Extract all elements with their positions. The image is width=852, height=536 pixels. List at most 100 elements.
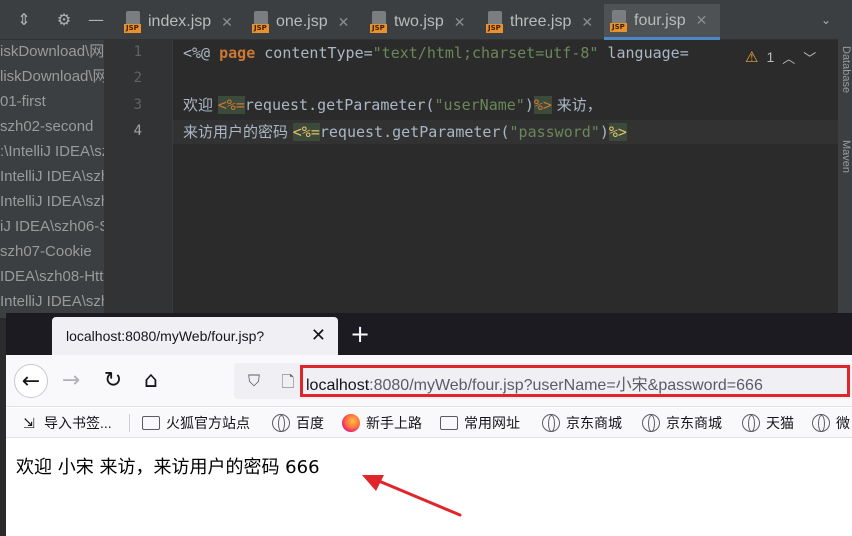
code-line-3[interactable]: 欢迎 <%=request.getParameter("userName")%>… xyxy=(183,93,602,117)
new-tab-button[interactable]: + xyxy=(346,319,374,349)
bookmark-label: 导入书签... xyxy=(44,415,112,431)
tab-label: index.jsp xyxy=(148,13,212,30)
browser-tab-title: localhost:8080/myWeb/four.jsp? xyxy=(66,328,265,344)
bookmark-jd-1[interactable]: 京东商城 xyxy=(542,408,622,438)
project-tree-item[interactable]: :\IntelliJ IDEA\szh xyxy=(0,140,112,164)
code-editor[interactable]: <%@ page contentType="text/html;charset=… xyxy=(173,40,838,318)
page-output-text: 欢迎 小宋 来访，来访用户的密码 666 xyxy=(16,457,320,478)
project-tree-item[interactable]: IntelliJ IDEA\szh xyxy=(0,290,112,314)
html-text: 来访， xyxy=(551,96,602,114)
folder-icon xyxy=(440,416,458,430)
bookmark-baidu[interactable]: 百度 xyxy=(272,408,324,438)
jsp-file-icon: JSP xyxy=(252,11,270,33)
forward-arrow-icon[interactable]: → xyxy=(54,364,88,398)
project-tree-item[interactable]: IDEA\szh08-Http xyxy=(0,265,112,289)
page-icon[interactable]: 🗋 xyxy=(278,371,298,391)
database-tool-tab[interactable]: Database xyxy=(838,46,852,93)
project-tree-item[interactable]: szh07-Cookie xyxy=(0,240,112,264)
tab-index-jsp[interactable]: JSP index.jsp ✕ xyxy=(118,4,242,40)
project-tree-item[interactable]: iJ IDEA\szh06-Se xyxy=(0,215,112,239)
bookmark-tmall[interactable]: 天猫 xyxy=(742,408,794,438)
scriptlet-close: %> xyxy=(533,96,552,114)
browser-tab[interactable]: localhost:8080/myWeb/four.jsp? ✕ xyxy=(52,317,338,355)
jsp-file-icon: JSP xyxy=(486,11,504,33)
tab-label: four.jsp xyxy=(634,11,686,29)
url-text[interactable]: localhost:8080/myWeb/four.jsp?userName=小… xyxy=(306,371,763,395)
bookmark-label: 微 xyxy=(836,415,850,431)
globe-icon xyxy=(742,414,760,432)
tab-two-jsp[interactable]: JSP two.jsp ✕ xyxy=(364,4,478,40)
folder-icon xyxy=(142,416,160,430)
bookmark-folder-common[interactable]: 常用网址 xyxy=(440,408,520,438)
firefox-icon xyxy=(342,414,360,432)
bookmark-label: 新手上路 xyxy=(366,415,422,431)
attr-name: language= xyxy=(598,44,689,62)
chevron-up-icon[interactable]: ︿ xyxy=(782,48,795,67)
directive-keyword: page xyxy=(219,44,256,62)
globe-icon xyxy=(542,414,560,432)
red-arrow-annotation xyxy=(362,475,462,517)
method-call: request.getParameter( xyxy=(244,96,435,114)
project-tree-item[interactable]: IntelliJ IDEA\szh05- xyxy=(0,190,112,214)
minimize-icon[interactable]: — xyxy=(86,10,106,30)
tab-three-jsp[interactable]: JSP three.jsp ✕ xyxy=(480,4,602,40)
bookmark-jd-2[interactable]: 京东商城 xyxy=(642,408,722,438)
reload-icon[interactable]: ↻ xyxy=(96,364,130,398)
shield-icon[interactable]: ⛉ xyxy=(244,371,264,391)
import-icon: ⇲ xyxy=(23,415,35,431)
inspection-widget[interactable]: ⚠ 1 ︿ ﹀ xyxy=(745,46,835,68)
tab-one-jsp[interactable]: JSP one.jsp ✕ xyxy=(246,4,360,40)
maven-tool-tab[interactable]: Maven xyxy=(838,140,852,173)
bookmark-label: 常用网址 xyxy=(464,415,520,431)
bookmark-import[interactable]: ⇲ 导入书签... xyxy=(20,408,112,438)
project-tree-item[interactable]: IntelliJ IDEA\szh xyxy=(0,165,112,189)
project-tree-item[interactable]: 01-first xyxy=(0,90,112,114)
bookmark-folder-firefox[interactable]: 火狐官方站点 xyxy=(142,408,250,438)
chevron-down-icon[interactable]: ﹀ xyxy=(803,48,816,67)
project-scrollbar[interactable] xyxy=(104,40,112,318)
globe-icon xyxy=(642,414,660,432)
project-tree-item[interactable]: iskDownload\网 xyxy=(0,40,112,64)
editor-tab-bar: ⇕ ⚙ — JSP index.jsp ✕ JSP one.jsp ✕ JSP … xyxy=(0,0,852,40)
close-icon[interactable]: ✕ xyxy=(454,14,466,31)
bookmark-overflow[interactable]: 微 xyxy=(812,408,850,438)
bookmark-label: 京东商城 xyxy=(566,415,622,431)
scriptlet-open: <%= xyxy=(217,96,245,114)
home-icon[interactable]: ⌂ xyxy=(134,364,168,398)
right-tool-strip: Database Maven xyxy=(838,0,852,318)
url-bar[interactable]: ⛉ 🗋 localhost:8080/myWeb/four.jsp?userNa… xyxy=(234,363,852,399)
tab-list-chevron-icon[interactable]: ⌄ xyxy=(816,10,836,30)
bookmarks-toolbar: ⇲ 导入书签... 火狐官方站点 百度 新手上路 常用网址 京东商城 京东商城 天… xyxy=(6,408,852,438)
directive-open: <%@ xyxy=(183,44,220,62)
code-line-4[interactable]: 来访用户的密码 <%=request.getParameter("passwor… xyxy=(183,120,627,144)
close-icon[interactable]: ✕ xyxy=(338,14,350,31)
bookmark-getting-started[interactable]: 新手上路 xyxy=(342,408,422,438)
browser-toolbar: ← → ↻ ⌂ ⛉ 🗋 localhost:8080/myWeb/four.js… xyxy=(6,355,852,407)
project-tree-item[interactable]: liskDownload\网 xyxy=(0,65,112,89)
jsp-file-icon: JSP xyxy=(124,11,142,33)
url-path: :8080/myWeb/four.jsp?userName=小宋&passwor… xyxy=(369,377,763,394)
attr-value: "text/html;charset=utf-8" xyxy=(372,44,599,62)
browser-tab-bar: localhost:8080/myWeb/four.jsp? ✕ + xyxy=(6,313,852,355)
ide-window: ⇕ ⚙ — JSP index.jsp ✕ JSP one.jsp ✕ JSP … xyxy=(0,0,852,318)
close-icon[interactable]: ✕ xyxy=(581,14,593,31)
close-icon[interactable]: ✕ xyxy=(221,14,233,31)
line-number: 1 xyxy=(133,44,142,60)
line-number-gutter: 1 2 3 4 xyxy=(112,40,172,318)
string-arg: "userName" xyxy=(434,96,525,114)
bookmark-label: 京东商城 xyxy=(666,415,722,431)
bookmark-separator xyxy=(129,414,130,432)
tab-label: three.jsp xyxy=(510,13,572,30)
browser-window: localhost:8080/myWeb/four.jsp? ✕ + ← → ↻… xyxy=(6,313,852,536)
close-icon[interactable]: ✕ xyxy=(696,12,708,29)
back-arrow-icon[interactable]: ← xyxy=(14,364,48,398)
close-tab-icon[interactable]: ✕ xyxy=(311,325,326,346)
tab-label: two.jsp xyxy=(394,13,444,30)
tab-four-jsp[interactable]: JSP four.jsp ✕ xyxy=(604,4,720,40)
bookmark-label: 百度 xyxy=(296,415,324,431)
bookmark-label: 天猫 xyxy=(766,415,794,431)
code-line-1[interactable]: <%@ page contentType="text/html;charset=… xyxy=(183,41,689,65)
collapse-all-icon[interactable]: ⇕ xyxy=(14,10,34,30)
project-tree-item[interactable]: szh02-second xyxy=(0,115,112,139)
gear-icon[interactable]: ⚙ xyxy=(54,10,74,30)
